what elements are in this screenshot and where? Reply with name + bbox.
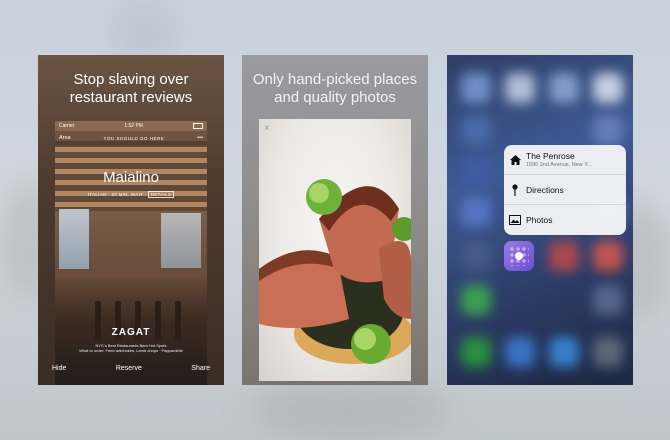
quick-action-menu: The Penrose 1590 2nd Avenue, New Y... Di…: [504, 145, 626, 235]
nav-area-button[interactable]: Area: [59, 135, 71, 141]
panel-photos: Only hand-picked places and quality phot…: [242, 55, 428, 385]
directions-label: Directions: [526, 184, 564, 195]
status-time: 1:52 PM: [124, 123, 143, 129]
home-icon: [504, 154, 526, 165]
quick-action-directions[interactable]: Directions: [504, 175, 626, 205]
status-bar: Carrier 1:52 PM: [55, 121, 207, 131]
nav-bar: Area YOU SHOULD GO HERE •••: [55, 131, 207, 145]
share-button[interactable]: Share: [191, 365, 210, 379]
reserve-button[interactable]: Reserve: [116, 365, 142, 379]
photos-label: Photos: [526, 215, 553, 225]
food-illustration: [259, 179, 411, 364]
zagat-subtitle: NYC's Best Restaurants Bars Hot Spots Wh…: [79, 343, 183, 353]
zagat-logo: ZAGAT: [111, 327, 151, 338]
more-button[interactable]: •••: [197, 135, 203, 141]
panel1-headline: Stop slaving over restaurant reviews: [69, 71, 193, 106]
restaurant-meta: ITALIAN · 20 MIN. WAIT DETAILS: [55, 191, 207, 198]
app-icon-pressed[interactable]: [504, 241, 534, 271]
panel2-headline: Only hand-picked places and quality phot…: [252, 71, 418, 106]
details-badge[interactable]: DETAILS: [147, 191, 175, 198]
penrose-label: The Penrose: [526, 151, 575, 161]
nav-title: YOU SHOULD GO HERE: [103, 135, 165, 141]
carrier-label: Carrier: [59, 123, 75, 129]
hide-button[interactable]: Hide: [52, 365, 66, 379]
penrose-address: 1590 2nd Avenue, New Y...: [526, 162, 592, 168]
restaurant-name: Maialino: [103, 169, 159, 186]
panel-3d-touch: The Penrose 1590 2nd Avenue, New Y... Di…: [447, 55, 633, 385]
panel-zagat: Stop slaving over restaurant reviews Car…: [38, 55, 224, 385]
footer-bar: Hide Reserve Share: [38, 365, 224, 379]
quick-action-penrose[interactable]: The Penrose 1590 2nd Avenue, New Y...: [504, 145, 626, 175]
quick-action-photos[interactable]: Photos: [504, 205, 626, 235]
battery-icon: [193, 123, 203, 129]
pin-icon: [504, 183, 526, 196]
photo-icon: [504, 215, 526, 225]
food-photo: ×: [259, 119, 411, 381]
